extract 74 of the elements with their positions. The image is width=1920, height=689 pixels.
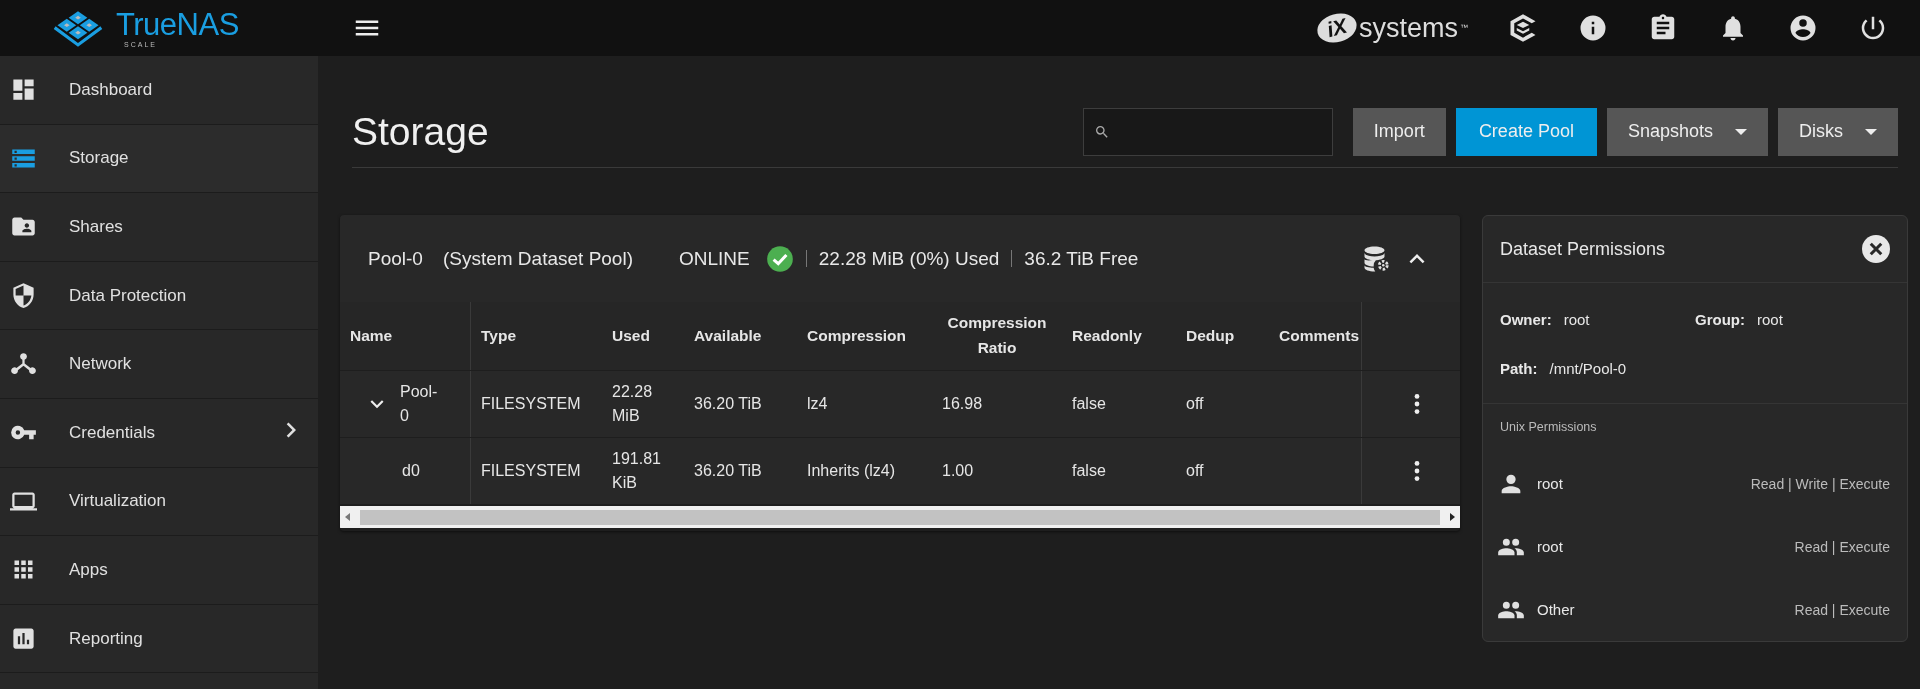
column-header: Comments — [1279, 325, 1360, 346]
table-cell-text: Inherits (lz4) — [807, 461, 896, 481]
field-value: /mnt/Pool-0 — [1549, 360, 1627, 377]
caret-down-icon — [1735, 128, 1747, 135]
table-cell-text: 22.28 MiB — [612, 382, 654, 426]
horizontal-scrollbar[interactable] — [340, 506, 1460, 528]
dropdown-button[interactable]: Disks — [1778, 107, 1898, 156]
page-title: Storage — [352, 109, 490, 154]
table-cell-text: off — [1186, 461, 1204, 481]
vendor-logo-text: systems — [1359, 12, 1458, 44]
column-header: Available — [694, 325, 762, 346]
column-header: Readonly — [1072, 325, 1142, 346]
table-cell-text: 16.98 — [942, 394, 983, 414]
permission-owner: Other — [1537, 601, 1576, 618]
table-row[interactable]: d0 FILESYSTEM 191.81 KiB 36.20 TiB Inherits (lz4) 1.00 false off — [340, 437, 1460, 504]
table-cell-text: FILESYSTEM — [481, 461, 581, 481]
sidebar-item[interactable]: Virtualization — [0, 467, 318, 537]
column-header: Dedup — [1186, 325, 1235, 346]
permission-access: Read | Execute — [1794, 538, 1890, 555]
pool-name: Pool-0 — [368, 247, 423, 270]
logo-wordmark: TrueNAS — [116, 8, 239, 40]
scroll-right-icon — [1448, 513, 1456, 521]
account-icon[interactable] — [1788, 13, 1818, 43]
close-icon[interactable] — [1862, 235, 1890, 263]
shield-icon — [10, 282, 37, 310]
table-cell-text: FILESYSTEM — [481, 394, 581, 414]
pool-status: ONLINE — [679, 247, 750, 270]
caret-down-icon — [1865, 128, 1877, 135]
column-header: Used — [612, 325, 650, 346]
sidebar-item[interactable]: Storage — [0, 124, 318, 194]
permission-owner: root — [1537, 475, 1564, 492]
pool-used: 22.28 MiB (0%) Used — [818, 247, 1000, 270]
table-cell-text: 191.81 KiB — [612, 449, 662, 493]
field-value: root — [1563, 311, 1590, 328]
import-button[interactable]: Import — [1352, 107, 1446, 156]
scroll-left-icon — [344, 513, 352, 521]
panel-title: Dataset Permissions — [1500, 238, 1666, 260]
sidebar-item[interactable]: Credentials — [0, 398, 318, 468]
search-icon — [1093, 123, 1110, 140]
table-cell-text: off — [1186, 394, 1204, 414]
sidebar-item[interactable]: Reporting — [0, 604, 318, 674]
column-header: Type — [481, 325, 517, 346]
permission-access: Read | Write | Execute — [1750, 475, 1890, 492]
sidebar-item[interactable]: Data Protection — [0, 261, 318, 331]
field-label: Path: — [1500, 360, 1538, 377]
sidebar-item[interactable]: Shares — [0, 193, 318, 262]
table-cell-text: 1.00 — [942, 461, 974, 481]
dataset-name: d0 — [402, 461, 421, 481]
sidebar-item[interactable]: Apps — [0, 536, 318, 605]
table-cell-text: 36.20 TiB — [694, 394, 762, 414]
section-heading: Unix Permissions — [1499, 419, 1598, 436]
permission-access: Read | Execute — [1794, 601, 1890, 618]
table-cell-text: false — [1072, 394, 1106, 414]
sidebar-item[interactable]: Network — [0, 330, 318, 399]
table-row[interactable]: Pool-0 FILESYSTEM 22.28 MiB 36.20 TiB lz4 16.98 false off — [340, 370, 1460, 437]
dataset-name: Pool-0 — [400, 382, 439, 426]
pool-free: 36.2 TiB Free — [1024, 247, 1139, 270]
cube-logo-icon[interactable] — [1508, 13, 1538, 43]
dropdown-button[interactable]: Snapshots — [1606, 107, 1768, 156]
pool-note: (System Dataset Pool) — [442, 247, 633, 270]
table-cell-text: 36.20 TiB — [694, 461, 762, 481]
trademark-sign: ™ — [1460, 22, 1468, 32]
table-cell-text: false — [1072, 461, 1106, 481]
info-icon[interactable] — [1578, 13, 1608, 43]
field-label: Group: — [1695, 311, 1745, 328]
column-header: Compression Ratio — [946, 313, 1048, 358]
sidebar-item[interactable]: Dashboard — [0, 56, 318, 125]
table-cell-text: lz4 — [807, 394, 828, 414]
column-header: Compression — [807, 325, 907, 346]
column-header: Name — [350, 325, 393, 346]
field-label: Owner: — [1500, 311, 1552, 328]
field-value: root — [1757, 311, 1783, 328]
search-field[interactable] — [1082, 107, 1333, 156]
permission-owner: root — [1537, 538, 1564, 555]
